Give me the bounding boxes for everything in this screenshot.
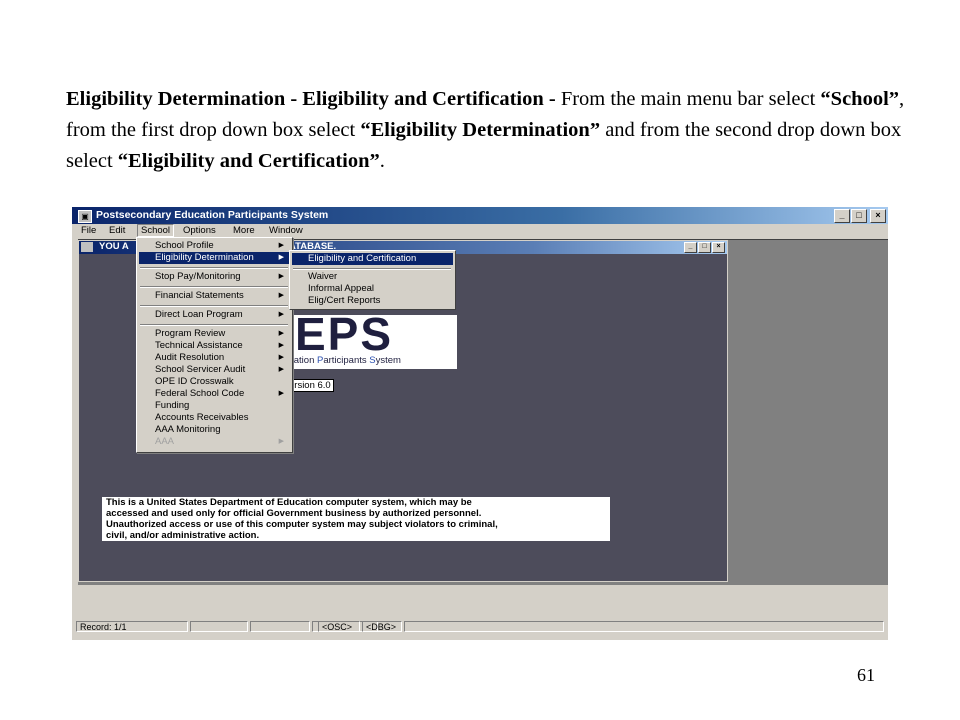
menu-edit[interactable]: Edit [106,225,128,236]
menu-item-school-servicer-audit[interactable]: School Servicer Audit ▶ [139,364,290,376]
version-label: ersion 6.0 [286,379,334,392]
eligibility-submenu: Eligibility and Certification Waiver Inf… [289,250,456,310]
menu-item-audit-resolution[interactable]: Audit Resolution ▶ [139,352,290,364]
window-icon [81,242,93,252]
menu-item-label: Program Review [155,328,226,339]
maximize-button[interactable]: □ [851,209,867,223]
window-controls: _ □ × [834,209,886,223]
menu-item-label: Technical Assistance [155,340,243,351]
menu-file[interactable]: File [78,225,99,236]
menu-item-label: Funding [155,400,190,411]
menu-more[interactable]: More [230,225,258,236]
child-close-button[interactable]: × [712,242,725,253]
menu-item-label: Stop Pay/Monitoring [155,271,241,282]
menu-item-program-review[interactable]: Program Review ▶ [139,328,290,340]
menu-item-label: OPE ID Crosswalk [155,376,234,387]
status-cell-3 [250,621,310,632]
submenu-arrow-icon: ▶ [278,242,284,249]
child-window-controls: _ □ × [684,242,725,253]
caption-heading: Eligibility Determination - Eligibility … [66,88,556,110]
menu-item-label: School Profile [155,240,214,251]
menu-window[interactable]: Window [266,225,306,236]
submenu-arrow-icon: ▶ [278,311,284,318]
menu-item-technical-assistance[interactable]: Technical Assistance ▶ [139,340,290,352]
menu-item-funding[interactable]: Funding [139,400,290,412]
menu-item-accounts-receivables[interactable]: Accounts Receivables [139,412,290,424]
page-number: 61 [857,665,875,685]
menu-separator [140,324,288,326]
app-title: Postsecondary Education Participants Sys… [96,209,329,221]
menu-separator [140,305,288,307]
logo-sub-3: articipants [323,355,370,366]
menu-item-label: Federal School Code [155,388,245,399]
notice-line-2: accessed and used only for official Gove… [106,508,482,519]
minimize-button[interactable]: _ [834,209,850,223]
submenu-item-informal-appeal[interactable]: Informal Appeal [292,283,453,295]
submenu-arrow-icon: ▶ [278,390,284,397]
child-maximize-button[interactable]: □ [698,242,711,253]
menu-item-label: Accounts Receivables [155,412,249,423]
menu-item-label: Direct Loan Program [155,309,243,320]
menu-item-label: Audit Resolution [155,352,225,363]
menu-item-label: AAA [155,436,175,447]
submenu-item-eligibility-certification[interactable]: Eligibility and Certification [292,253,453,265]
menu-item-aaa: AAA ▶ [139,436,290,448]
caption-text-4: . [379,150,385,172]
submenu-arrow-icon: ▶ [278,292,284,299]
menu-separator [293,268,451,270]
close-button[interactable]: × [870,209,886,223]
menu-item-label: AAA Monitoring [155,424,221,435]
submenu-arrow-icon: ▶ [278,366,284,373]
child-title-left: YOU A [99,241,129,252]
submenu-arrow-icon: ▶ [278,342,284,349]
caption-school: “School” [820,88,900,110]
status-bar: Record: 1/1 <OSC> <DBG> [72,619,888,635]
caption-elig-cert: “Eligibility and Certification” [117,150,380,172]
menu-separator [140,286,288,288]
status-record: Record: 1/1 [76,621,188,632]
submenu-arrow-icon: ▶ [278,330,284,337]
menu-item-school-profile[interactable]: School Profile ▶ [139,240,290,252]
caption-elig-det: “Eligibility Determination” [360,119,601,141]
school-dropdown: School Profile ▶ Eligibility Determinatio… [136,237,293,453]
menu-item-financial-statements[interactable]: Financial Statements ▶ [139,290,290,302]
status-dbg: <DBG> [362,621,402,632]
menu-item-eligibility-determination[interactable]: Eligibility Determination ▶ [139,252,290,264]
logo-subtitle: cation Participants System [289,355,401,366]
menu-separator [140,267,288,269]
menu-bar: File Edit School Options More Window [72,224,888,238]
menu-item-aaa-monitoring[interactable]: AAA Monitoring [139,424,290,436]
menu-item-federal-school-code[interactable]: Federal School Code ▶ [139,388,290,400]
menu-options[interactable]: Options [180,225,219,236]
menu-item-direct-loan[interactable]: Direct Loan Program ▶ [139,309,290,321]
notice-line-3: Unauthorized access or use of this compu… [106,519,498,530]
menu-item-label: School Servicer Audit [155,364,246,375]
instruction-caption: Eligibility Determination - Eligibility … [66,84,906,177]
menu-item-stop-pay[interactable]: Stop Pay/Monitoring ▶ [139,271,290,283]
status-osc: <OSC> [318,621,360,632]
submenu-arrow-icon: ▶ [278,273,284,280]
menu-item-ope-id-crosswalk[interactable]: OPE ID Crosswalk [139,376,290,388]
status-cell-2 [190,621,248,632]
menu-item-label: Eligibility Determination [155,252,254,263]
caption-text-1: From the main menu bar select [555,88,821,110]
submenu-arrow-icon: ▶ [278,438,284,445]
submenu-arrow-icon: ▶ [278,354,284,361]
submenu-item-elig-cert-reports[interactable]: Elig/Cert Reports [292,295,453,307]
notice-line-1: This is a United States Department of Ed… [106,497,472,508]
app-titlebar: ▣ Postsecondary Education Participants S… [72,207,888,224]
logo-sub-5: ystem [375,355,401,366]
security-notice: This is a United States Department of Ed… [102,497,610,541]
notice-line-4: civil, and/or administrative action. [106,530,260,541]
menu-item-label: Financial Statements [155,290,244,301]
submenu-item-waiver[interactable]: Waiver [292,271,453,283]
peps-logo: EPS cation Participants System [287,315,457,369]
app-screenshot: ▣ Postsecondary Education Participants S… [72,207,888,640]
child-minimize-button[interactable]: _ [684,242,697,253]
logo-sub-1: cation [289,355,317,366]
submenu-arrow-icon: ▶ [278,254,284,261]
menu-school[interactable]: School [137,224,175,237]
app-icon: ▣ [78,210,92,223]
status-cell-last [404,621,884,632]
